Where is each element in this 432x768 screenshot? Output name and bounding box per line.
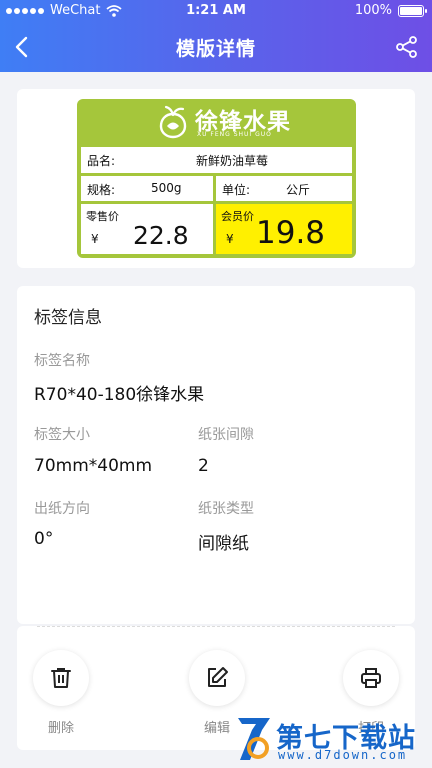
navbar: 模版详情 (0, 22, 432, 72)
page-title: 模版详情 (175, 38, 256, 60)
label-size-value: 70mm*40mm (34, 456, 153, 476)
brand-pinyin: XU FENG SHUI GUO (197, 131, 272, 138)
battery-icon (398, 4, 427, 17)
watermark-logo-icon (238, 718, 270, 760)
retail-currency: ¥ (91, 232, 99, 246)
retail-price-key: 零售价 (86, 210, 119, 223)
label-size-key: 标签大小 (34, 427, 90, 443)
direction-key: 出纸方向 (34, 501, 90, 517)
brand-banner: 徐锋水果 XU FENG SHUI GUO (77, 99, 356, 145)
delete-label: 删除 (47, 721, 74, 736)
product-value: 新鲜奶油草莓 (196, 154, 269, 168)
share-icon[interactable] (394, 34, 420, 60)
unit-row: 单位: 公斤 (216, 176, 352, 201)
paper-type-value: 间隙纸 (198, 534, 249, 554)
battery-percent: 100% (354, 3, 392, 18)
watermark-url: www.d7down.com (278, 748, 408, 762)
label-preview-card: 徐锋水果 XU FENG SHUI GUO 品名: 新鲜奶油草莓 规格: 500… (17, 89, 415, 268)
spec-row: 规格: 500g (81, 176, 213, 201)
dashed-divider (37, 626, 395, 627)
price-label: 徐锋水果 XU FENG SHUI GUO 品名: 新鲜奶油草莓 规格: 500… (77, 99, 356, 258)
paper-gap-key: 纸张间隙 (198, 427, 254, 443)
paper-type-key: 纸张类型 (198, 501, 254, 517)
header: WeChat 1:21 AM 100% 模版详情 (0, 0, 432, 72)
product-key: 品名: (87, 154, 116, 168)
section-title: 标签信息 (34, 308, 102, 328)
member-price-box: 会员价 ¥ 19.8 (216, 204, 352, 254)
spec-value: 500g (151, 181, 182, 195)
spec-key: 规格: (87, 183, 116, 197)
delete-circle[interactable] (33, 650, 89, 706)
unit-value: 公斤 (286, 183, 311, 197)
label-info-card: 标签信息 标签名称 R70*40-180徐锋水果 标签大小 70mm*40mm … (17, 286, 415, 624)
fruit-logo-icon (159, 105, 187, 139)
site-watermark: 第七下载站 www.d7down.com (232, 712, 428, 766)
printer-icon (361, 668, 381, 688)
retail-price-value: 22.8 (133, 221, 189, 250)
edit-circle[interactable] (189, 650, 245, 706)
label-name-value: R70*40-180徐锋水果 (34, 385, 205, 405)
status-bar: WeChat 1:21 AM 100% (0, 0, 432, 22)
member-currency: ¥ (226, 232, 234, 246)
delete-button[interactable]: 删除 (26, 650, 96, 736)
direction-value: 0° (34, 529, 54, 549)
product-row: 品名: 新鲜奶油草莓 (81, 147, 352, 173)
paper-gap-value: 2 (198, 456, 209, 476)
member-price-key: 会员价 (221, 210, 254, 223)
label-name-key: 标签名称 (34, 353, 90, 369)
print-circle[interactable] (343, 650, 399, 706)
retail-price-box: 零售价 ¥ 22.8 (81, 204, 213, 254)
member-price-value: 19.8 (256, 215, 326, 251)
trash-icon (51, 668, 71, 688)
unit-key: 单位: (222, 183, 251, 197)
edit-icon (208, 667, 228, 687)
